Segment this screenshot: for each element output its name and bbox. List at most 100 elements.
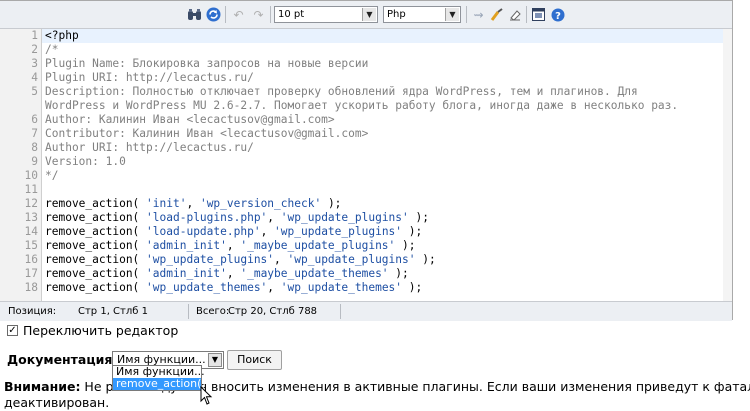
code-token: <?php [45, 29, 79, 42]
code-line[interactable]: 17 remove_action( 'admin_init', '_maybe_u… [0, 267, 732, 281]
code-text: Author URI: http://lecactus.ru/ [45, 141, 254, 155]
code-line[interactable]: 13 remove_action( 'load-plugins.php', 'wp… [0, 211, 732, 225]
code-token: /* [45, 43, 59, 56]
code-line[interactable]: 9 Version: 1.0 [0, 155, 732, 169]
code-text: Author: Калинин Иван <lecactusov@gmail.c… [45, 113, 335, 127]
refresh-icon[interactable] [205, 6, 222, 23]
line-number: 7 [31, 127, 38, 140]
total-label: Всего: [196, 306, 230, 317]
code-token: Description: Полностью отключает проверк… [45, 85, 638, 98]
code-token: '_maybe_update_plugins' [240, 239, 396, 252]
active-line-highlight [42, 29, 724, 43]
position-label: Позиция: [8, 306, 57, 317]
code-token: Plugin URI: http://lecactus.ru/ [45, 71, 254, 84]
code-token: 'load-update.php' [146, 225, 261, 238]
search-button[interactable]: Поиск [227, 350, 282, 370]
brush-icon[interactable] [488, 6, 505, 23]
code-text: remove_action( 'wp_update_themes', 'wp_u… [45, 281, 422, 295]
language-select[interactable]: Php ▼ [383, 6, 461, 23]
code-line[interactable]: 10 */ [0, 169, 732, 183]
redo-icon[interactable]: ↷ [250, 6, 267, 23]
line-number: 5 [31, 85, 38, 98]
code-text: remove_action( 'wp_update_plugins', 'wp_… [45, 253, 436, 267]
eraser-icon[interactable] [506, 6, 523, 23]
code-token: 'admin_init' [146, 267, 227, 280]
line-number: 12 [24, 197, 38, 210]
code-text: Contributor: Калинин Иван <lecactusov@gm… [45, 127, 368, 141]
toggle-editor-checkbox[interactable]: ✓ [7, 324, 18, 336]
code-line[interactable]: 7 Contributor: Калинин Иван <lecactusov@g… [0, 127, 732, 141]
mouse-cursor-icon [200, 386, 213, 405]
window-icon[interactable] [530, 6, 547, 23]
code-text: Plugin Name: Блокировка запросов на новы… [45, 57, 368, 71]
line-number: 9 [31, 155, 38, 168]
code-text: remove_action( 'admin_init', '_maybe_upd… [45, 267, 409, 281]
svg-text:?: ? [555, 11, 561, 22]
code-token: */ [45, 169, 59, 182]
code-token: Plugin Name: Блокировка запросов на новы… [45, 57, 369, 70]
code-token: remove_action( [45, 239, 147, 252]
code-line[interactable]: 14 remove_action( 'load-update.php', 'wp_… [0, 225, 732, 239]
code-line[interactable]: 2 /* [0, 43, 732, 57]
code-line[interactable]: 4 Plugin URI: http://lecactus.ru/ [0, 71, 732, 85]
code-area[interactable]: 1 <?php 2 /* 3 Plugin Name: Блокировка запрос… [0, 29, 732, 301]
code-token: 'init' [146, 197, 187, 210]
line-number: 16 [24, 253, 38, 266]
help-icon[interactable]: ? [549, 6, 566, 23]
binoculars-icon[interactable] [186, 6, 203, 23]
code-text: WordPress и WordPress MU 2.6-2.7. Помога… [45, 99, 678, 113]
code-token: , [267, 281, 281, 294]
code-line[interactable]: 6 Author: Калинин Иван <lecactusov@gmail.… [0, 113, 732, 127]
dropdown-option-selected[interactable]: remove_action() [113, 378, 206, 390]
undo-icon[interactable]: ↶ [230, 6, 247, 23]
wand-icon[interactable]: ⇝ [470, 6, 487, 23]
code-line[interactable]: 5 Description: Полностью отключает провер… [0, 85, 732, 99]
code-line[interactable]: 3 Plugin Name: Блокировка запросов на нов… [0, 57, 732, 71]
code-text: <?php [45, 29, 79, 43]
line-number: 15 [24, 239, 38, 252]
vertical-scrollbar[interactable] [723, 29, 732, 301]
code-text: */ [45, 169, 58, 183]
code-token: remove_action( [45, 281, 147, 294]
warning-label: Внимание: [4, 379, 81, 394]
line-number: 1 [31, 29, 38, 42]
documentation-label: Документация: [7, 352, 118, 367]
code-token: , [274, 253, 288, 266]
code-token: , [226, 267, 241, 280]
line-number: 8 [31, 141, 38, 154]
code-line[interactable]: 8 Author URI: http://lecactus.ru/ [0, 141, 732, 155]
code-line[interactable]: 12 remove_action( 'init', 'wp_version_che… [0, 197, 732, 211]
code-line[interactable]: 1 <?php [0, 29, 732, 43]
line-number: 6 [31, 113, 38, 126]
code-token: 'wp_update_themes' [146, 281, 268, 294]
line-number: 13 [24, 211, 38, 224]
code-text: Version: 1.0 [45, 155, 126, 169]
line-number: 3 [31, 57, 38, 70]
code-token: remove_action( [45, 253, 147, 266]
code-line[interactable]: 15 remove_action( 'admin_init', '_maybe_u… [0, 239, 732, 253]
code-token: , [186, 197, 200, 210]
code-token: 'wp_update_plugins' [287, 253, 416, 266]
code-token: Author: Калинин Иван <lecactusov@gmail.c… [45, 113, 335, 126]
toggle-editor-label[interactable]: Переключить редактор [23, 323, 178, 338]
code-line[interactable]: 18 remove_action( 'wp_update_themes', 'wp… [0, 281, 732, 295]
code-text: Description: Полностью отключает проверк… [45, 85, 638, 99]
chevron-down-icon[interactable]: ▼ [208, 353, 222, 367]
code-line[interactable]: 16 remove_action( 'wp_update_plugins', 'w… [0, 253, 732, 267]
code-token: ); [395, 239, 416, 252]
code-text: Plugin URI: http://lecactus.ru/ [45, 71, 254, 85]
code-token: , [267, 211, 281, 224]
code-text: remove_action( 'init', 'wp_version_check… [45, 197, 341, 211]
font-size-select[interactable]: 10 pt ▼ [274, 6, 378, 23]
code-token: remove_action( [45, 225, 147, 238]
code-token: 'wp_update_plugins' [280, 211, 409, 224]
chevron-down-icon: ▼ [445, 8, 459, 21]
code-token: remove_action( [45, 267, 147, 280]
chevron-down-icon: ▼ [362, 8, 376, 21]
code-line[interactable]: 11 [0, 183, 732, 197]
code-line[interactable]: WordPress и WordPress MU 2.6-2.7. Помога… [0, 99, 732, 113]
code-token: remove_action( [45, 197, 147, 210]
code-token: WordPress и WordPress MU 2.6-2.7. Помога… [45, 99, 679, 112]
code-token: 'wp_update_plugins' [146, 253, 275, 266]
code-token: 'wp_update_themes' [280, 281, 403, 294]
